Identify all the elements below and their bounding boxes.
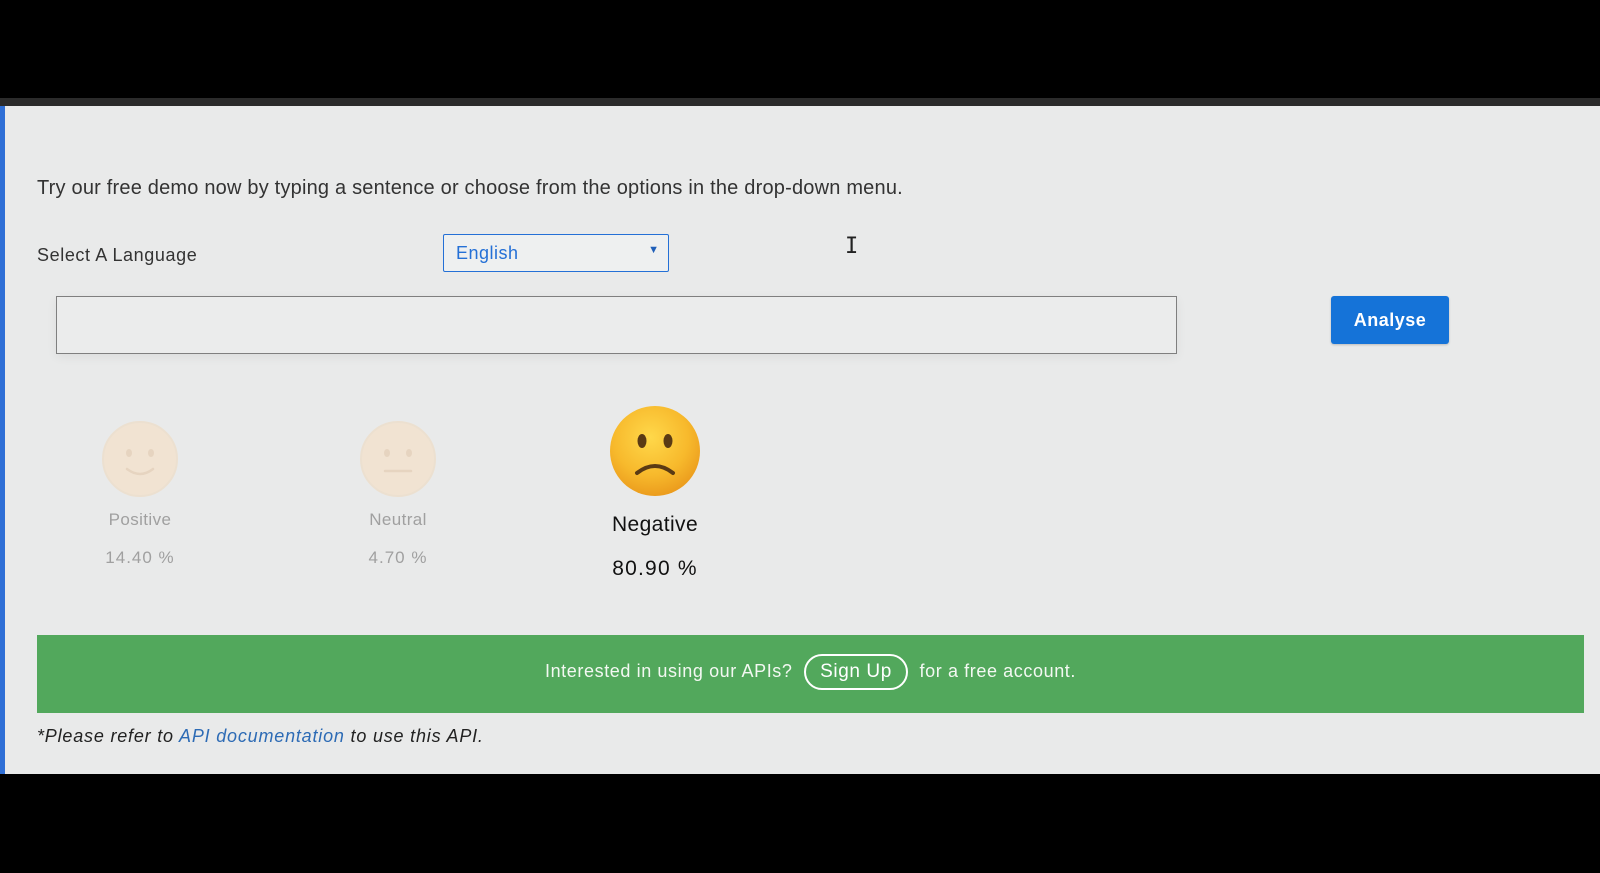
footnote-suffix: to use this API. <box>350 726 484 746</box>
sentiment-positive: Positive 14.40 % <box>80 419 200 568</box>
analyse-button[interactable]: Analyse <box>1331 296 1449 344</box>
api-documentation-link[interactable]: API documentation <box>179 726 345 746</box>
sentence-input[interactable] <box>56 296 1177 354</box>
sentiment-negative: Negative 80.90 % <box>580 403 730 581</box>
banner-text-before: Interested in using our APIs? <box>544 661 793 681</box>
sign-up-button[interactable]: Sign Up <box>804 654 908 690</box>
language-select-value: English <box>456 243 519 263</box>
chevron-down-icon: ▼ <box>648 244 659 256</box>
negative-label: Negative <box>611 513 699 536</box>
window-edge <box>0 106 5 774</box>
frowning-face-icon <box>610 406 700 496</box>
footnote-prefix: *Please refer to <box>37 726 174 746</box>
negative-percent: 80.90 % <box>612 557 698 580</box>
signup-banner: Interested in using our APIs? Sign Up fo… <box>37 635 1584 713</box>
positive-percent: 14.40 % <box>105 548 175 567</box>
sentiment-neutral: Neutral 4.70 % <box>338 419 458 568</box>
text-cursor-icon: I <box>845 234 859 259</box>
api-footnote: *Please refer to API documentation to us… <box>37 726 484 747</box>
language-select[interactable]: English ▼ <box>443 234 669 272</box>
neutral-face-icon <box>360 421 436 497</box>
positive-label: Positive <box>108 510 172 529</box>
language-label: Select A Language <box>37 245 198 265</box>
intro-text: Try our free demo now by typing a senten… <box>37 177 903 199</box>
smiling-face-icon <box>102 421 178 497</box>
neutral-label: Neutral <box>369 510 427 529</box>
banner-text-after: for a free account. <box>919 661 1077 681</box>
neutral-percent: 4.70 % <box>368 548 428 567</box>
demo-panel: Try our free demo now by typing a senten… <box>0 98 1600 774</box>
